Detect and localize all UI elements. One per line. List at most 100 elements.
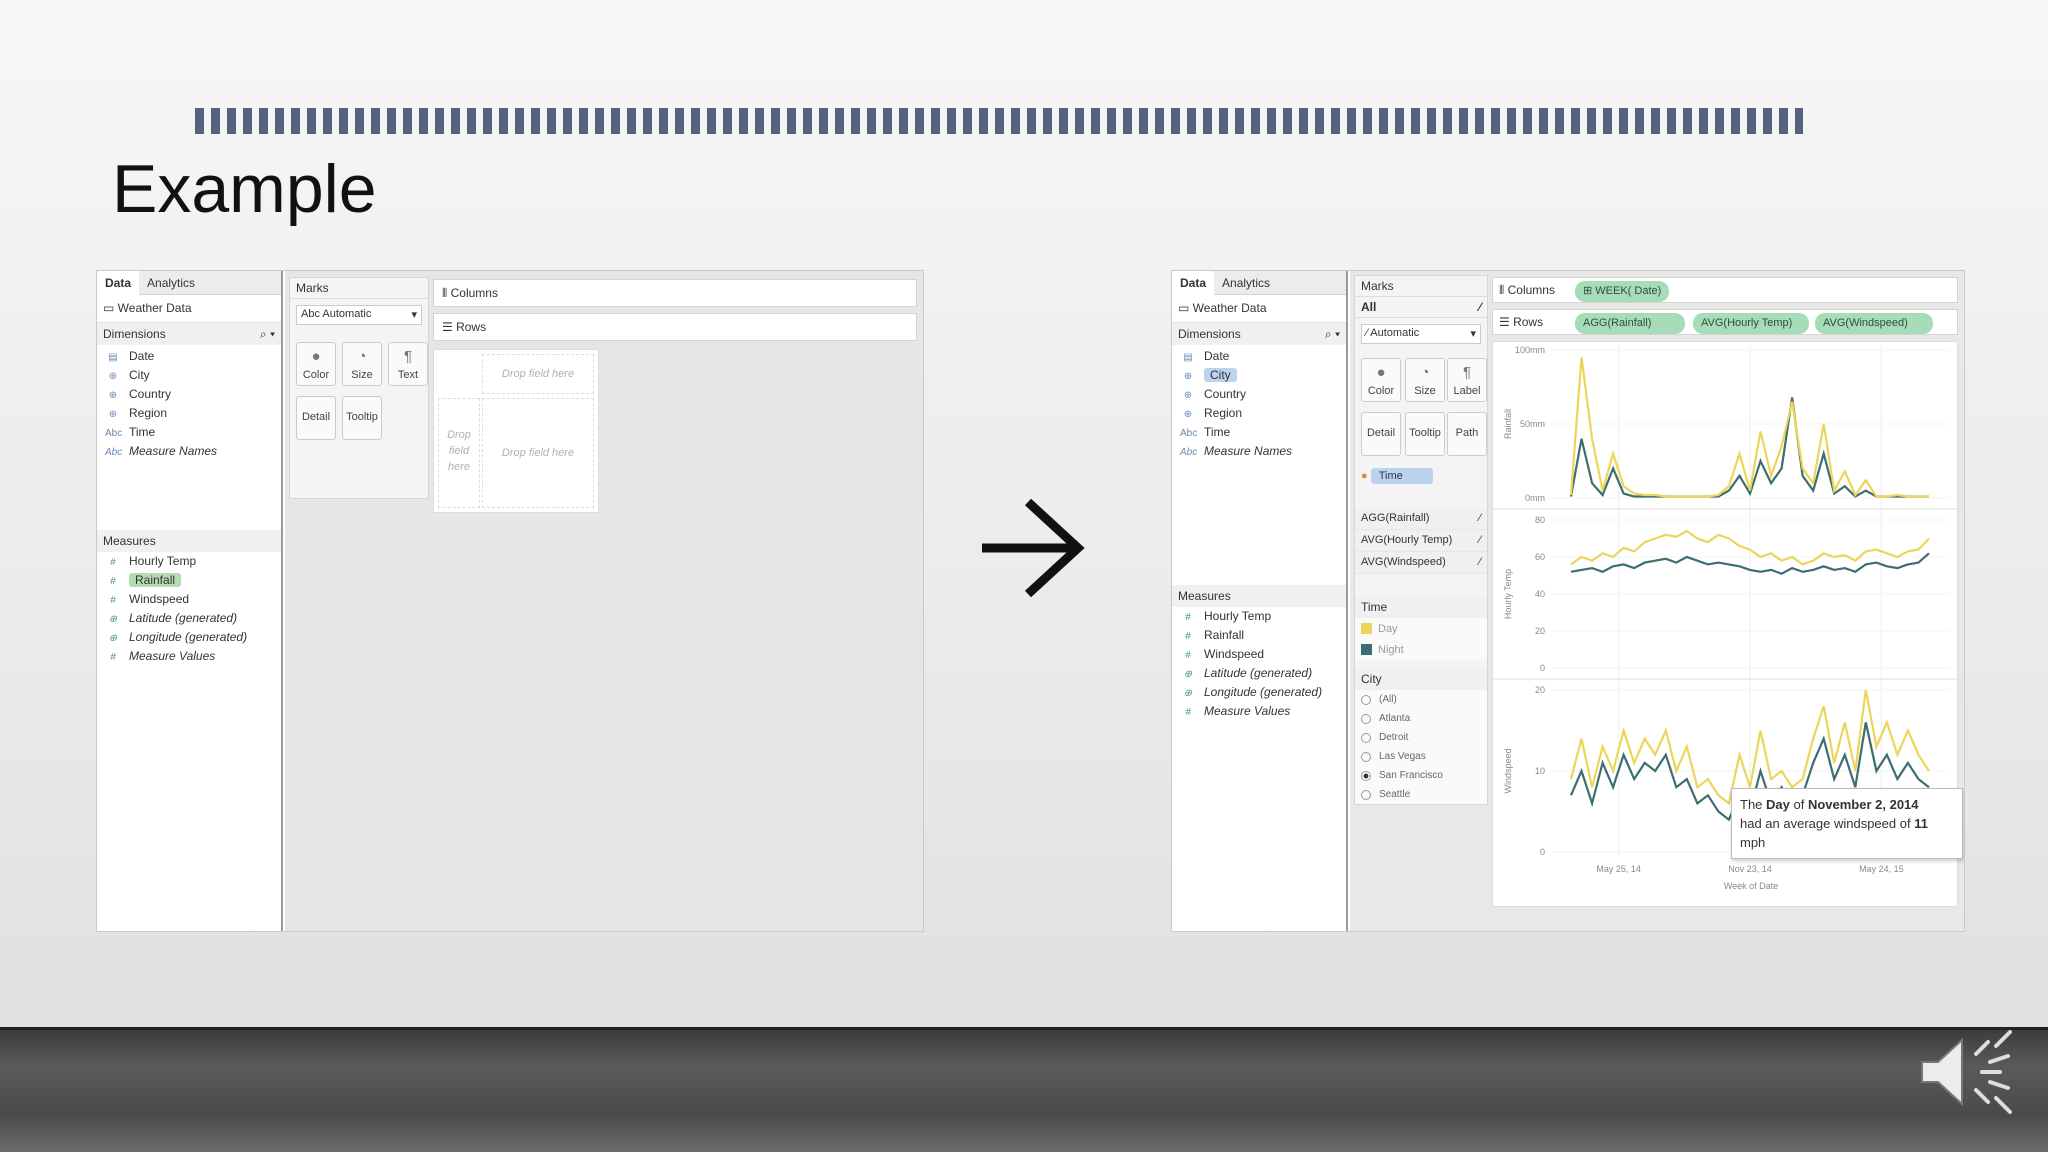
mark-type-dropdown[interactable]: ⁄ Automatic ▾: [1361, 324, 1481, 344]
y-axis-label: Hourly Temp: [1503, 569, 1513, 619]
rows-pill-rainfall[interactable]: AGG(Rainfall): [1575, 313, 1685, 334]
measure-rainfall[interactable]: # Rainfall: [1172, 626, 1346, 645]
size-button[interactable]: ◔ Size: [1405, 358, 1445, 402]
y-tick-label: 0: [1540, 663, 1545, 673]
measure-latitude-generated[interactable]: ⊕ Latitude (generated): [97, 609, 281, 628]
dimensions-label: Dimensions: [1178, 327, 1241, 341]
filter-option-las-vegas[interactable]: Las Vegas: [1355, 747, 1487, 766]
search-icon[interactable]: ⌕ ▾: [260, 327, 275, 341]
color-button[interactable]: ● Color: [296, 342, 336, 386]
dimension-time[interactable]: Abc Time: [1172, 423, 1346, 442]
radio-button[interactable]: [1361, 732, 1371, 743]
slide-title: Example: [112, 151, 377, 227]
field-label: Date: [1204, 349, 1230, 363]
tooltip-label: Tooltip: [346, 411, 378, 423]
columns-pill-label: WEEK( Date): [1595, 285, 1662, 297]
radio-button[interactable]: [1361, 770, 1371, 781]
dimension-date[interactable]: ▤ Date: [97, 347, 281, 366]
drop-zone-view[interactable]: Drop field here: [482, 398, 594, 508]
tooltip-button[interactable]: Tooltip: [1405, 412, 1445, 456]
time-color-pill[interactable]: ● Time: [1361, 466, 1485, 486]
measure-longitude-generated[interactable]: ⊕ Longitude (generated): [1172, 683, 1346, 702]
color-button[interactable]: ● Color: [1361, 358, 1401, 402]
field-label: Rainfall: [1204, 628, 1245, 642]
tooltip-button[interactable]: Tooltip: [342, 396, 382, 440]
size-button[interactable]: ◔ Size: [342, 342, 382, 386]
rows-pill-hourly-temp[interactable]: AVG(Hourly Temp): [1693, 313, 1809, 334]
field-type-icon: #: [1185, 612, 1191, 623]
speaker-icon[interactable]: [1918, 1024, 2024, 1120]
measure-measure-values[interactable]: # Measure Values: [97, 647, 281, 666]
dimension-region[interactable]: ⊕ Region: [97, 404, 281, 423]
marks-card: Marks All ⁄ ⁄ Automatic ▾ ● Color ◔ Size ¶ La…: [1354, 275, 1488, 805]
tab-analytics[interactable]: Analytics: [139, 271, 203, 295]
measure-measure-values[interactable]: # Measure Values: [1172, 702, 1346, 721]
tab-data[interactable]: Data: [1172, 271, 1215, 295]
label-icon: ¶: [1462, 364, 1472, 381]
filter-option-detroit[interactable]: Detroit: [1355, 728, 1487, 747]
field-type-icon: #: [110, 652, 116, 663]
size-icon: ◔: [1420, 364, 1430, 381]
marks-all-tab[interactable]: All ⁄: [1355, 297, 1487, 318]
dimension-region[interactable]: ⊕ Region: [1172, 404, 1346, 423]
measure-windspeed[interactable]: # Windspeed: [1172, 645, 1346, 664]
radio-button[interactable]: [1361, 789, 1371, 800]
measure-hourly-temp[interactable]: # Hourly Temp: [97, 552, 281, 571]
dimension-measure-names[interactable]: Abc Measure Names: [97, 442, 281, 461]
radio-button[interactable]: [1361, 713, 1371, 724]
label-button[interactable]: ¶ Label: [1447, 358, 1487, 402]
dimension-country[interactable]: ⊕ Country: [1172, 385, 1346, 404]
rows-shelf[interactable]: ☰ Rows: [433, 313, 917, 341]
marks-tab-hourly-temp[interactable]: AVG(Hourly Temp) ⁄: [1355, 530, 1487, 552]
filter-option-atlanta[interactable]: Atlanta: [1355, 709, 1487, 728]
dimension-country[interactable]: ⊕ Country: [97, 385, 281, 404]
dimension-city[interactable]: ⊕ City: [1172, 366, 1346, 385]
marks-tab-rainfall[interactable]: AGG(Rainfall) ⁄: [1355, 508, 1487, 530]
radio-button[interactable]: [1361, 751, 1371, 762]
filter-option-seattle[interactable]: Seattle: [1355, 785, 1487, 804]
size-icon: ◔: [357, 348, 367, 365]
rows-pill-windspeed[interactable]: AVG(Windspeed): [1815, 313, 1933, 334]
columns-pill-week-date[interactable]: ⊞ WEEK( Date): [1575, 281, 1670, 302]
field-type-icon: ⊕: [1183, 371, 1193, 382]
measure-rainfall[interactable]: # Rainfall: [97, 571, 281, 590]
measure-longitude-generated[interactable]: ⊕ Longitude (generated): [97, 628, 281, 647]
datasource[interactable]: ▭ Weather Data: [1172, 295, 1346, 323]
columns-icon: ⦀: [1499, 283, 1508, 297]
legend-item-night[interactable]: Night: [1355, 639, 1487, 660]
search-icon[interactable]: ⌕ ▾: [1325, 327, 1340, 341]
radio-button[interactable]: [1361, 694, 1371, 705]
datasource[interactable]: ▭ Weather Data: [97, 295, 281, 323]
text-button[interactable]: ¶ Text: [388, 342, 428, 386]
rows-shelf[interactable]: ☰ Rows AGG(Rainfall) AVG(Hourly Temp) AV…: [1492, 309, 1958, 335]
path-button[interactable]: Path: [1447, 412, 1487, 456]
tab-analytics[interactable]: Analytics: [1214, 271, 1278, 295]
mark-type-dropdown[interactable]: Abc Automatic ▾: [296, 305, 422, 325]
columns-shelf[interactable]: ⦀ Columns ⊞ WEEK( Date): [1492, 277, 1958, 303]
marks-tab-windspeed[interactable]: AVG(Windspeed) ⁄: [1355, 552, 1487, 574]
dimension-time[interactable]: Abc Time: [97, 423, 281, 442]
slide-footer: [0, 1027, 2048, 1152]
drop-zone-columns[interactable]: Drop field here: [482, 354, 594, 394]
measure-latitude-generated[interactable]: ⊕ Latitude (generated): [1172, 664, 1346, 683]
filter-option-all[interactable]: (All): [1355, 690, 1487, 709]
detail-button[interactable]: Detail: [296, 396, 336, 440]
dimension-date[interactable]: ▤ Date: [1172, 347, 1346, 366]
measure-hourly-temp[interactable]: # Hourly Temp: [1172, 607, 1346, 626]
field-label: Measure Names: [1204, 444, 1293, 458]
drop-zone-rows[interactable]: Drop field here: [438, 398, 480, 508]
dimension-measure-names[interactable]: Abc Measure Names: [1172, 442, 1346, 461]
detail-button[interactable]: Detail: [1361, 412, 1401, 456]
columns-shelf[interactable]: ⦀ Columns: [433, 279, 917, 307]
measure-windspeed[interactable]: # Windspeed: [97, 590, 281, 609]
database-icon: ▭: [1178, 301, 1193, 315]
filter-option-san-francisco[interactable]: San Francisco: [1355, 766, 1487, 785]
tab-data[interactable]: Data: [97, 271, 140, 295]
columns-label: Columns: [450, 286, 498, 300]
size-label: Size: [351, 369, 373, 381]
legend-item-day[interactable]: Day: [1355, 618, 1487, 639]
dimension-city[interactable]: ⊕ City: [97, 366, 281, 385]
line-icon: ⁄: [1479, 556, 1481, 568]
datasource-label: Weather Data: [117, 301, 192, 315]
dimensions-list: ▤ Date ⊕ City ⊕ Country ⊕ Region Abc Time Abc Measu…: [97, 345, 281, 530]
